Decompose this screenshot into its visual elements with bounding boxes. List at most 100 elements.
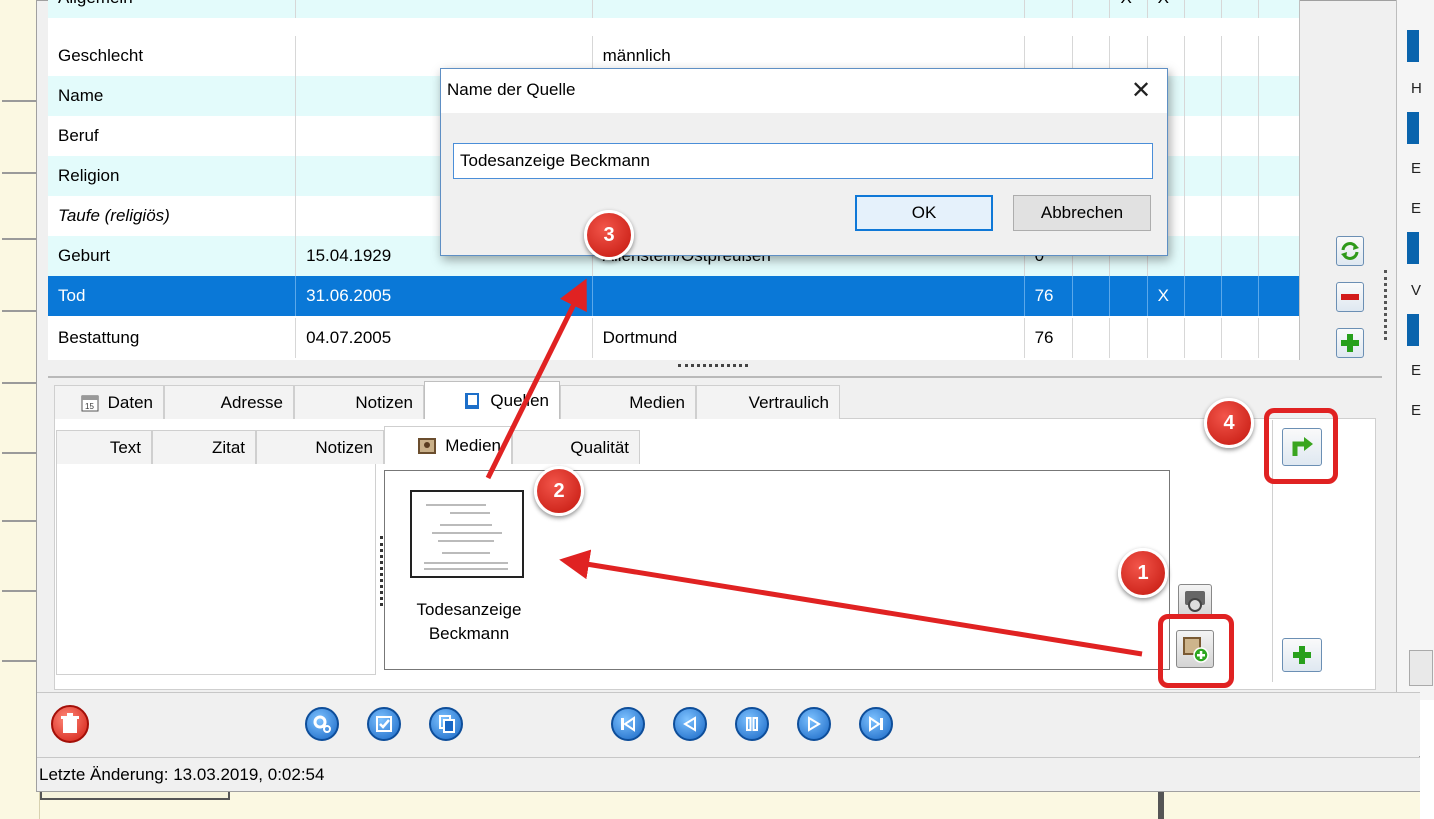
event-label: Allgemein [48,0,297,18]
next-icon [808,716,821,732]
remove-event-button[interactable] [1336,282,1364,312]
event-flag [1185,196,1222,236]
close-icon[interactable]: ✕ [1125,75,1157,107]
scan-media-button[interactable] [1178,584,1212,618]
refresh-icon [1341,242,1359,260]
tab-label: Adresse [220,392,283,412]
media-splitter-grip[interactable] [380,536,386,606]
event-label: Taufe (religiös) [48,196,297,236]
event-age [1025,0,1074,18]
event-flag [1259,276,1299,316]
event-flag [1259,236,1299,276]
refresh-button[interactable] [1336,236,1364,266]
delete-button[interactable] [51,705,89,743]
event-flag [1222,156,1259,196]
first-record-button[interactable] [611,707,645,741]
table-row[interactable]: Bestattung 04.07.2005 Dortmund 76 [48,318,1299,358]
table-row-selected[interactable]: Tod 31.06.2005 76 X [48,276,1299,316]
step-marker-4: 4 [1204,398,1254,448]
add-source-button[interactable] [1282,638,1322,672]
event-place [593,276,1025,316]
pause-icon [746,717,758,731]
source-name-input[interactable] [453,143,1153,179]
event-flag [1259,196,1299,236]
event-flag [1073,0,1111,18]
horizontal-splitter[interactable] [48,360,1382,378]
next-record-button[interactable] [797,707,831,741]
subtab-medien[interactable]: Medien [384,426,512,464]
event-flag [1185,236,1222,276]
table-row[interactable]: Allgemein X X [48,0,1299,18]
event-flag: X [1148,276,1185,316]
event-label: Tod [48,276,297,316]
main-tab-strip: 15 Daten Adresse Notizen Quellen Medien … [54,381,840,419]
event-flag [1222,236,1259,276]
settings-button[interactable] [305,707,339,741]
source-sub-tab-strip: Text Zitat Notizen Medien Qualität [56,426,640,464]
background-window-strip [0,0,40,819]
scanner-icon [1185,591,1205,612]
event-flag: X [1110,0,1148,18]
trash-icon [61,713,79,733]
subtab-label: Text [109,437,141,457]
event-label: Name [48,76,297,116]
event-flag [1222,76,1259,116]
tab-label: Notizen [355,392,413,412]
checkbox-icon [376,716,392,732]
dialog-titlebar[interactable]: Name der Quelle ✕ [441,69,1167,113]
tab-notizen[interactable]: Notizen [294,385,424,419]
subtab-notizen[interactable]: Notizen [256,430,384,464]
event-flag [1185,36,1222,76]
event-flag [1110,276,1148,316]
svg-text:15: 15 [85,402,94,411]
plus-icon [1341,334,1359,352]
tab-adresse[interactable]: Adresse [164,385,294,419]
event-flag [1222,116,1259,156]
event-date: 04.07.2005 [296,318,593,358]
copy-button[interactable] [429,707,463,741]
event-flag [1259,36,1299,76]
pause-button[interactable] [735,707,769,741]
subtab-text[interactable]: Text [56,430,152,464]
event-flag [1185,156,1222,196]
tab-label: Quellen [490,390,549,410]
tab-label: Daten [107,392,153,412]
previous-record-button[interactable] [673,707,707,741]
subtab-label: Qualität [570,437,629,457]
cancel-button[interactable]: Abbrechen [1013,195,1151,231]
subtab-label: Notizen [315,437,373,457]
background-window-bottom [40,790,1420,819]
event-flag [1259,156,1299,196]
media-thumbnail[interactable] [410,490,524,578]
event-place: Dortmund [593,318,1025,358]
subtab-zitat[interactable]: Zitat [152,430,256,464]
tab-daten[interactable]: 15 Daten [54,385,164,419]
tab-label: Vertraulich [748,392,829,412]
event-flag [1073,276,1111,316]
step-marker-3: 3 [584,210,634,260]
subtab-qualitaet[interactable]: Qualität [512,430,640,464]
skip-last-icon [869,716,883,732]
tab-quellen[interactable]: Quellen [424,381,560,419]
right-panel-char: V [1411,282,1422,299]
right-panel-char: H [1411,80,1422,97]
right-panel-button[interactable] [1409,650,1433,686]
source-text-area[interactable] [56,463,376,675]
event-flag [1148,318,1185,358]
event-flag [1073,318,1111,358]
picture-icon [418,437,437,454]
ok-button[interactable]: OK [855,195,993,231]
event-flag [1185,76,1222,116]
vertical-splitter-grip[interactable] [1384,270,1390,340]
tab-vertraulich[interactable]: Vertraulich [696,385,840,419]
event-flag [1110,318,1148,358]
right-panel-char: E [1411,160,1422,177]
tab-medien[interactable]: Medien [560,385,696,419]
dialog-title: Name der Quelle [447,80,576,99]
add-event-button[interactable] [1336,328,1364,358]
last-record-button[interactable] [859,707,893,741]
event-flag [1222,276,1259,316]
right-panel-char: E [1411,402,1422,419]
subtab-label: Medien [445,435,501,455]
check-button[interactable] [367,707,401,741]
